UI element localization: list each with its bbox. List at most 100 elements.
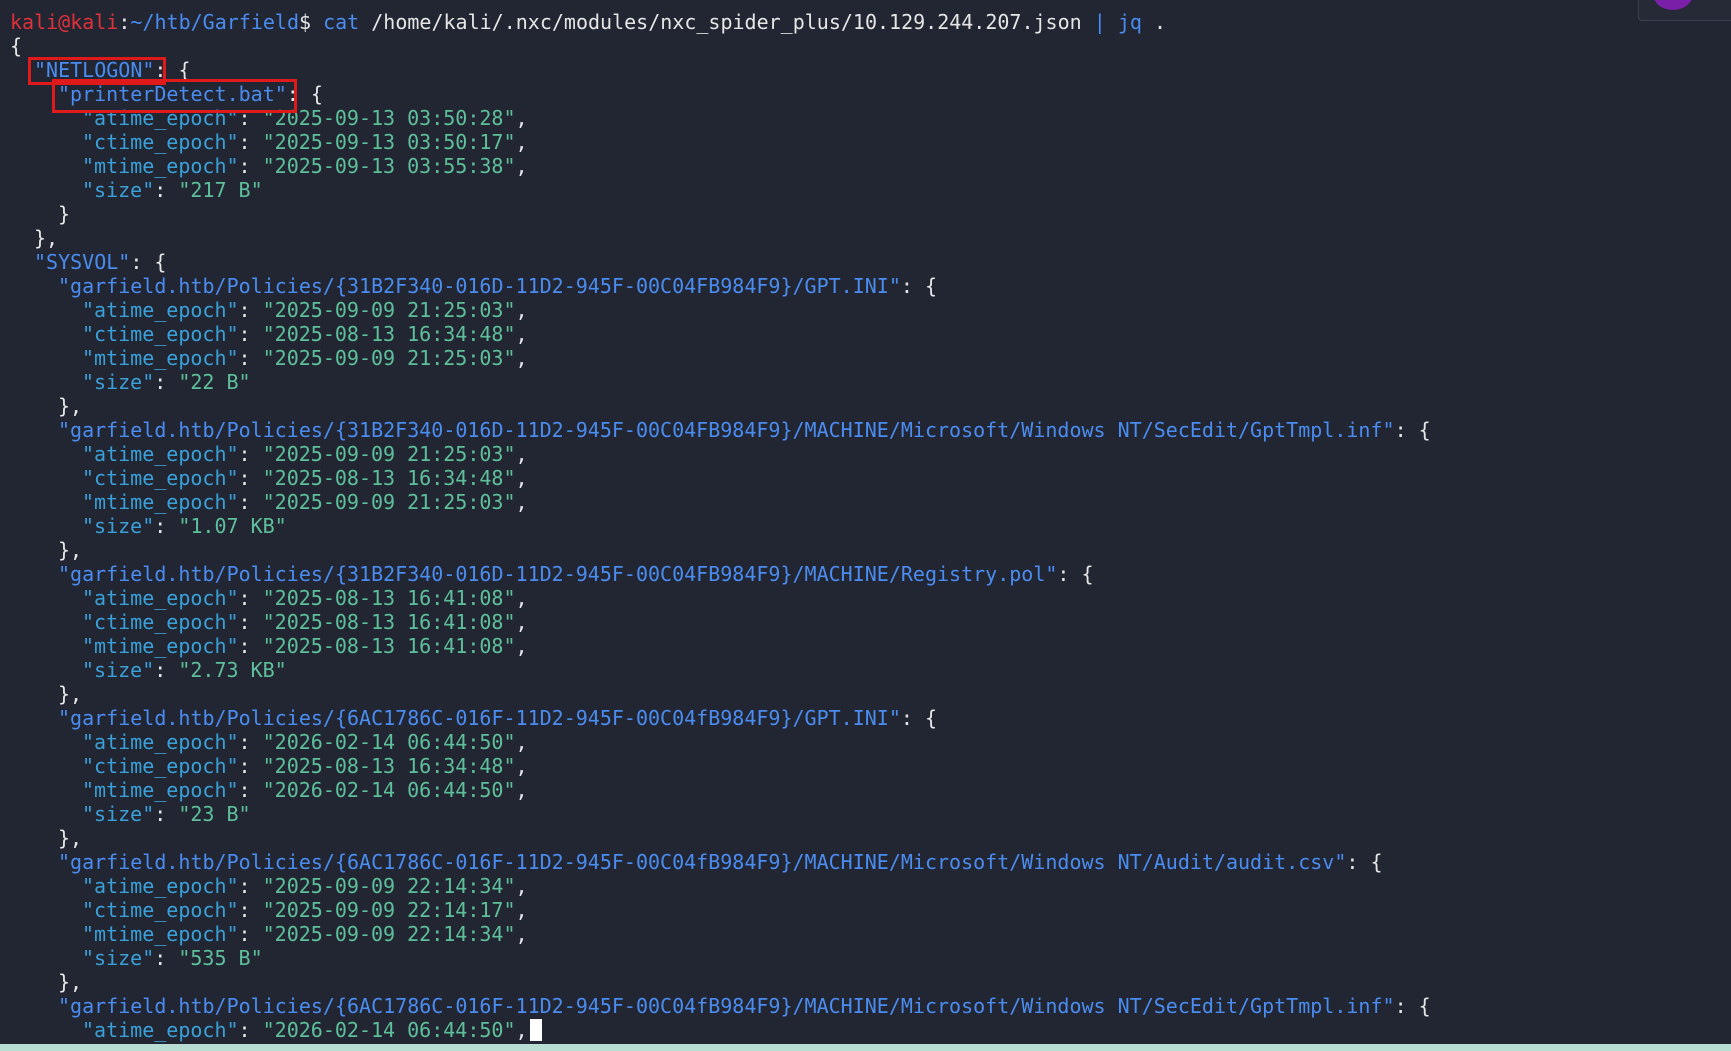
file-path: "garfield.htb/Policies/{31B2F340-016D-11… (58, 418, 1395, 442)
share-line: "SYSVOL": { (34, 250, 166, 274)
field-name: "ctime_epoch" (82, 898, 239, 922)
comma: , (515, 634, 528, 658)
share-line: "NETLOGON": { (34, 58, 191, 82)
colon: : (154, 178, 179, 202)
colon-brace: : { (1394, 994, 1431, 1018)
field-name: "atime_epoch" (82, 106, 239, 130)
field-line: "mtime_epoch": "2025-09-09 21:25:03", (82, 490, 528, 514)
field-line: "atime_epoch": "2026-02-14 06:44:50", (82, 1018, 542, 1042)
top-right-widget[interactable] (1638, 0, 1731, 21)
colon-brace: : { (286, 82, 323, 106)
field-value: "2025-09-09 22:14:17" (262, 898, 516, 922)
comma: , (515, 106, 528, 130)
colon: : (238, 130, 263, 154)
avatar[interactable] (1653, 0, 1693, 10)
field-value: "2025-08-13 16:41:08" (262, 586, 516, 610)
field-name: "size" (82, 370, 155, 394)
colon: : (238, 778, 263, 802)
field-name: "mtime_epoch" (82, 490, 239, 514)
close-brace: }, (58, 394, 83, 418)
prompt-dollar: $ (299, 10, 324, 34)
file-path: "garfield.htb/Policies/{6AC1786C-016F-11… (58, 706, 901, 730)
comma: , (515, 154, 528, 178)
field-value: "2025-08-13 16:41:08" (262, 610, 516, 634)
colon: : (238, 754, 263, 778)
command-jq: jq (1105, 10, 1142, 34)
colon-brace: : { (900, 706, 937, 730)
comma: , (515, 1018, 528, 1042)
field-value: "2.73 KB" (178, 658, 287, 682)
comma: , (515, 442, 528, 466)
share-name: "SYSVOL" (34, 250, 131, 274)
field-value: "2025-09-13 03:50:28" (262, 106, 516, 130)
field-name: "atime_epoch" (82, 442, 239, 466)
file-path-line: "garfield.htb/Policies/{31B2F340-016D-11… (58, 274, 937, 298)
field-value: "217 B" (178, 178, 263, 202)
field-value: "2025-08-13 16:34:48" (262, 322, 516, 346)
close-brace: }, (58, 682, 83, 706)
colon: : (238, 730, 263, 754)
file-path-line: "garfield.htb/Policies/{6AC1786C-016F-11… (58, 706, 937, 730)
file-path-line: "printerDetect.bat": { (58, 82, 323, 106)
field-name: "atime_epoch" (82, 586, 239, 610)
file-path: "printerDetect.bat" (58, 82, 287, 106)
colon-brace: : { (1346, 850, 1383, 874)
field-line: "size": "23 B" (82, 802, 251, 826)
colon-brace: : { (154, 58, 191, 82)
file-path-line: "garfield.htb/Policies/{6AC1786C-016F-11… (58, 850, 1383, 874)
command-args: /home/kali/.nxc/modules/nxc_spider_plus/… (359, 10, 1094, 34)
comma: , (515, 778, 528, 802)
field-value: "23 B" (178, 802, 251, 826)
comma: , (515, 298, 528, 322)
file-close-line: }, (58, 682, 82, 706)
colon: : (238, 898, 263, 922)
colon: : (238, 634, 263, 658)
field-line: "atime_epoch": "2025-08-13 16:41:08", (82, 586, 528, 610)
field-line: "ctime_epoch": "2025-08-13 16:34:48", (82, 754, 528, 778)
field-value: "22 B" (178, 370, 251, 394)
field-value: "2026-02-14 06:44:50" (262, 1018, 516, 1042)
colon: : (238, 298, 263, 322)
colon: : (238, 442, 263, 466)
field-value: "2025-09-09 22:14:34" (262, 874, 516, 898)
field-line: "mtime_epoch": "2025-08-13 16:41:08", (82, 634, 528, 658)
file-close-line: } (58, 202, 70, 226)
field-line: "atime_epoch": "2025-09-09 22:14:34", (82, 874, 528, 898)
field-line: "size": "1.07 KB" (82, 514, 287, 538)
colon: : (238, 346, 263, 370)
field-value: "2026-02-14 06:44:50" (262, 778, 516, 802)
command-line: kali@kali:~/htb/Garfield$ cat /home/kali… (10, 10, 1166, 34)
field-value: "2026-02-14 06:44:50" (262, 730, 516, 754)
file-close-line: }, (58, 970, 82, 994)
field-name: "atime_epoch" (82, 298, 239, 322)
comma: , (515, 754, 528, 778)
file-path: "garfield.htb/Policies/{6AC1786C-016F-11… (58, 850, 1347, 874)
field-name: "atime_epoch" (82, 730, 239, 754)
field-value: "2025-09-13 03:50:17" (262, 130, 516, 154)
field-line: "size": "535 B" (82, 946, 263, 970)
terminal-window[interactable]: kali@kali: ~/htb/Garfield$ cat /home/kali… (0, 0, 1731, 1051)
file-path: "garfield.htb/Policies/{6AC1786C-016F-11… (58, 994, 1395, 1018)
brace: { (10, 34, 23, 58)
json-open-brace: { (10, 34, 22, 58)
file-path-line: "garfield.htb/Policies/{31B2F340-016D-11… (58, 562, 1094, 586)
colon: : (238, 466, 263, 490)
colon: : (238, 490, 263, 514)
field-value: "2025-08-13 16:41:08" (262, 634, 516, 658)
colon-brace: : { (1057, 562, 1094, 586)
field-name: "size" (82, 658, 155, 682)
command-name: cat (323, 10, 360, 34)
field-value: "1.07 KB" (178, 514, 287, 538)
field-value: "2025-09-13 03:55:38" (262, 154, 516, 178)
field-name: "mtime_epoch" (82, 346, 239, 370)
colon-brace: : { (1394, 418, 1431, 442)
field-line: "atime_epoch": "2026-02-14 06:44:50", (82, 730, 528, 754)
field-value: "2025-09-09 21:25:03" (262, 442, 516, 466)
comma: , (515, 922, 528, 946)
colon-brace: : { (900, 274, 937, 298)
field-line: "mtime_epoch": "2025-09-13 03:55:38", (82, 154, 528, 178)
colon: : (238, 106, 263, 130)
colon: : (154, 658, 179, 682)
command-jq-arg: . (1141, 10, 1166, 34)
file-close-line: }, (58, 394, 82, 418)
